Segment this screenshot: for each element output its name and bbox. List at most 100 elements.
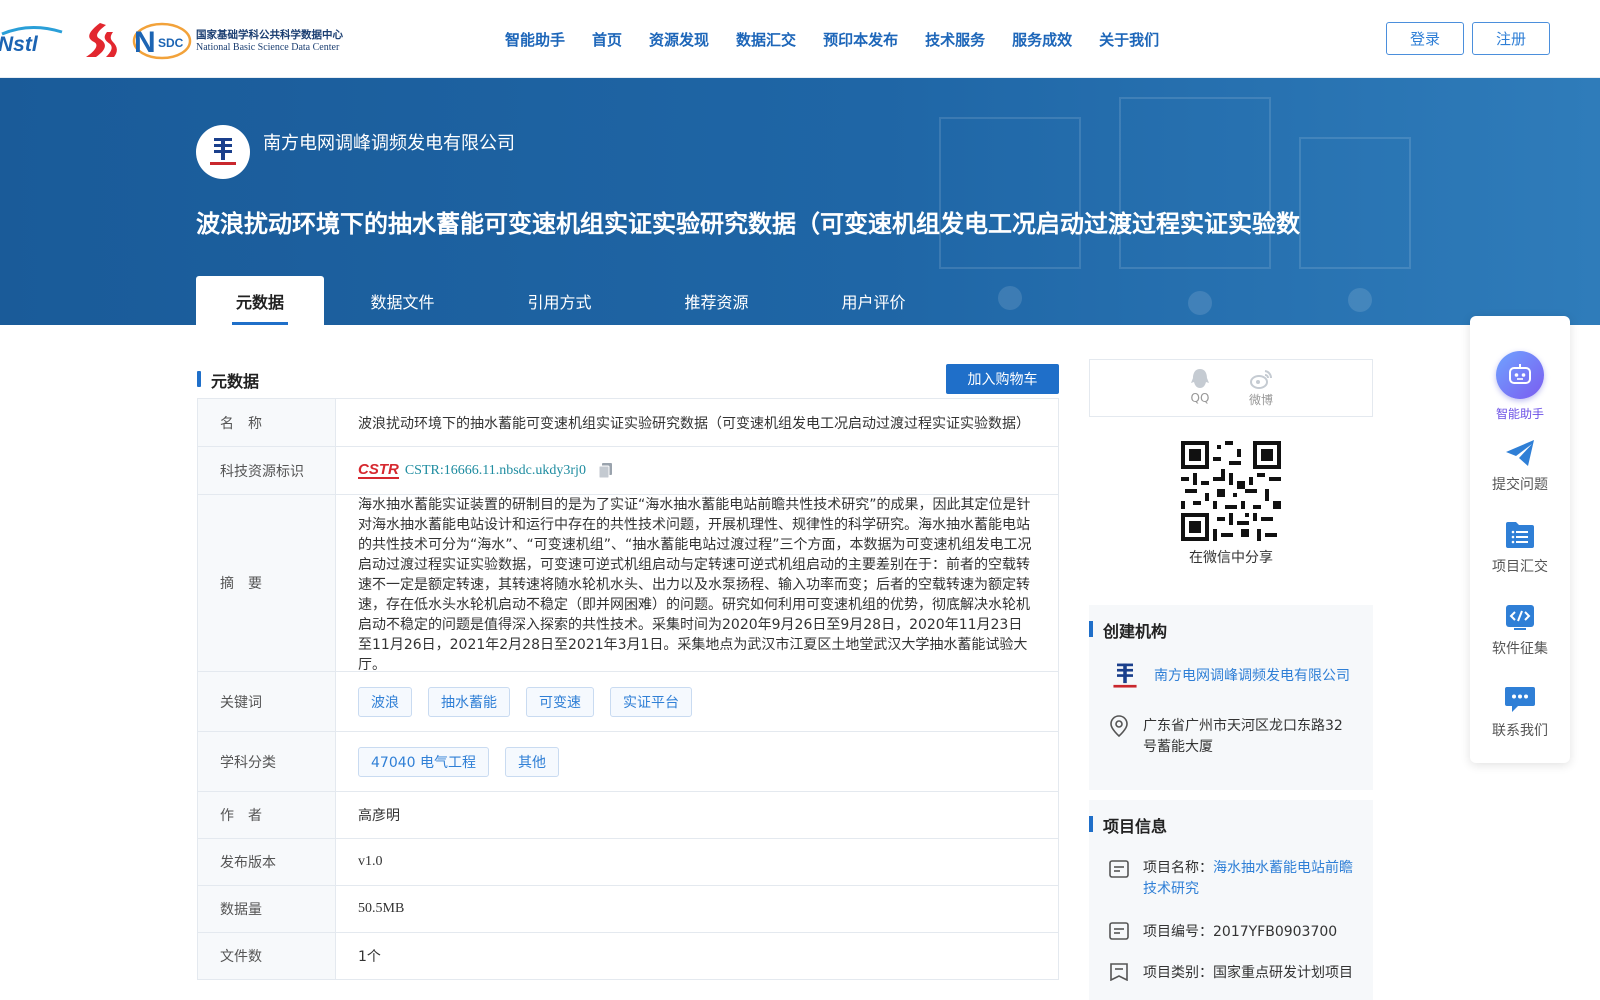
nav-ai-assistant[interactable]: 智能助手: [505, 29, 565, 50]
meta-label-cstr: 科技资源标识: [198, 447, 336, 494]
cstr-link[interactable]: CSTR:16666.11.nbsdc.ukdy3rj0: [405, 463, 586, 479]
project-name: 项目名称：海水抽水蓄能电站前瞻技术研究: [1143, 858, 1357, 900]
floating-toolbar: 智能助手 提交问题 项目汇交 软件征集 联系我们: [1470, 316, 1570, 763]
creator-card: 创建机构 南方电网调峰调频发电有限公司 广东省广州市天河区龙口东路32号蓄能大厦: [1089, 605, 1373, 790]
location-pin-icon: [1110, 715, 1128, 737]
project-type-icon: [1110, 963, 1128, 981]
nstl-logo[interactable]: Nstl: [0, 20, 66, 60]
meta-row-files: 文件数 1个: [198, 933, 1058, 980]
tab-user-reviews[interactable]: 用户评价: [795, 276, 952, 325]
meta-value-name: 波浪扰动环境下的抽水蓄能可变速机组实证实验研究数据（可变速机组发电工况启动过渡过…: [358, 415, 1030, 432]
project-name-label: 项目名称：: [1143, 860, 1213, 876]
meta-row-name: 名 称 波浪扰动环境下的抽水蓄能可变速机组实证实验研究数据（可变速机组发电工况启…: [198, 399, 1058, 447]
org-name[interactable]: 南方电网调峰调频发电有限公司: [263, 129, 515, 155]
meta-row-version: 发布版本 v1.0: [198, 839, 1058, 886]
share-qq[interactable]: QQ: [1189, 367, 1211, 416]
metadata-section-title: 元数据: [197, 368, 259, 392]
code-icon: [1506, 605, 1534, 630]
wechat-qr-code: [1181, 441, 1281, 541]
tab-data-files[interactable]: 数据文件: [324, 276, 481, 325]
dataset-banner: 南方电网调峰调频发电有限公司 波浪扰动环境下的抽水蓄能可变速机组实证实验研究数据…: [0, 78, 1600, 325]
meta-row-abstract: 摘 要 海水抽水蓄能实证装置的研制目的是为了实证“海水抽水蓄能电站前瞻共性技术研…: [198, 495, 1058, 673]
float-ai-assistant-label: 智能助手: [1495, 407, 1544, 421]
meta-label-name: 名 称: [198, 399, 336, 446]
subject-chip[interactable]: 47040 电气工程: [358, 746, 489, 777]
copy-icon[interactable]: [598, 462, 614, 480]
creator-org-link[interactable]: 南方电网调峰调频发电有限公司: [1154, 665, 1350, 685]
meta-row-keywords: 关键词 波浪 抽水蓄能 可变速 实证平台: [198, 672, 1058, 732]
nsdc-logo[interactable]: N SDC 国家基础学科公共科学数据中心 National Basic Scie…: [132, 20, 343, 60]
main-nav: 智能助手 首页 资源发现 数据汇交 预印本发布 技术服务 服务成效 关于我们: [505, 0, 1186, 78]
meta-label-subject: 学科分类: [198, 732, 336, 791]
nav-about[interactable]: 关于我们: [1099, 29, 1159, 50]
keyword-chip[interactable]: 抽水蓄能: [428, 686, 510, 717]
keyword-chip[interactable]: 可变速: [526, 686, 594, 717]
keyword-chip[interactable]: 实证平台: [610, 686, 692, 717]
weibo-label: 微博: [1248, 393, 1273, 407]
nsdc-logo-en: National Basic Science Data Center: [196, 42, 340, 53]
qr-caption: 在微信中分享: [1189, 550, 1273, 566]
project-card: 项目信息 项目名称：海水抽水蓄能电站前瞻技术研究 项目编号：2017YFB090…: [1089, 800, 1373, 1000]
share-box: QQ 微博: [1089, 359, 1373, 417]
project-code: 项目编号：2017YFB0903700: [1143, 924, 1338, 940]
meta-row-size: 数据量 50.5MB: [198, 886, 1058, 933]
qq-label: QQ: [1190, 391, 1210, 405]
float-contact-us[interactable]: 联系我们: [1470, 684, 1570, 740]
nav-resource-discovery[interactable]: 资源发现: [649, 29, 709, 50]
login-button[interactable]: 登录: [1386, 22, 1464, 55]
meta-value-author: 高彦明: [358, 808, 400, 824]
project-type: 项目类别：国家重点研发计划项目: [1143, 965, 1353, 981]
meta-value-size: 50.5MB: [358, 901, 405, 916]
project-name-icon: [1109, 860, 1129, 878]
float-contact-us-label: 联系我们: [1492, 723, 1548, 739]
qq-icon: [1190, 369, 1209, 388]
dataset-title: 波浪扰动环境下的抽水蓄能可变速机组实证实验研究数据（可变速机组发电工况启动过渡过…: [196, 210, 1300, 238]
banner-decoration: [939, 97, 1411, 315]
float-software-collection[interactable]: 软件征集: [1470, 602, 1570, 658]
meta-row-subject: 学科分类 47040 电气工程 其他: [198, 732, 1058, 792]
robot-icon: [1496, 351, 1544, 399]
nav-preprint[interactable]: 预印本发布: [823, 29, 898, 50]
creator-org-logo: [1113, 663, 1137, 688]
register-button[interactable]: 注册: [1472, 22, 1550, 55]
tab-metadata[interactable]: 元数据: [196, 276, 324, 325]
nav-home[interactable]: 首页: [592, 29, 622, 50]
float-project-submission-label: 项目汇交: [1492, 559, 1548, 575]
project-code-icon: [1109, 922, 1129, 940]
cstr-logo-icon: CSTR: [358, 461, 399, 479]
add-to-cart-button[interactable]: 加入购物车: [946, 364, 1059, 394]
logo-group: Nstl N SDC 国家基础学科公共科学数据中心 National Basic…: [0, 18, 343, 62]
tab-recommended[interactable]: 推荐资源: [638, 276, 795, 325]
float-software-collection-label: 软件征集: [1492, 641, 1548, 657]
red-s-logo[interactable]: [80, 20, 118, 60]
creator-address: 广东省广州市天河区龙口东路32号蓄能大厦: [1143, 718, 1343, 755]
detail-tabs: 元数据 数据文件 引用方式 推荐资源 用户评价: [196, 276, 952, 325]
keyword-chip[interactable]: 波浪: [358, 686, 412, 717]
nsdc-logo-cn: 国家基础学科公共科学数据中心: [196, 29, 343, 41]
subject-chip[interactable]: 其他: [505, 746, 559, 777]
float-submit-question-label: 提交问题: [1492, 477, 1548, 493]
meta-label-abstract: 摘 要: [198, 495, 336, 671]
float-ai-assistant[interactable]: 智能助手: [1470, 351, 1570, 422]
nav-data-submission[interactable]: 数据汇交: [736, 29, 796, 50]
float-project-submission[interactable]: 项目汇交: [1470, 520, 1570, 576]
chat-bubble-icon: [1505, 687, 1535, 712]
meta-row-author: 作 者 高彦明: [198, 792, 1058, 839]
creator-title: 创建机构: [1089, 618, 1167, 642]
metadata-table: 名 称 波浪扰动环境下的抽水蓄能可变速机组实证实验研究数据（可变速机组发电工况启…: [197, 398, 1059, 980]
svg-text:SDC: SDC: [158, 36, 184, 50]
float-submit-question[interactable]: 提交问题: [1470, 438, 1570, 494]
nav-tech-service[interactable]: 技术服务: [925, 29, 985, 50]
meta-row-cstr: 科技资源标识 CSTR CSTR:16666.11.nbsdc.ukdy3rj0: [198, 447, 1058, 495]
meta-value-abstract: 海水抽水蓄能实证装置的研制目的是为了实证“海水抽水蓄能电站前瞻共性技术研究”的成…: [358, 497, 1032, 673]
meta-label-version: 发布版本: [198, 839, 336, 885]
meta-value-version: v1.0: [358, 854, 383, 869]
project-title: 项目信息: [1089, 813, 1167, 837]
nav-service-results[interactable]: 服务成效: [1012, 29, 1072, 50]
list-folder-icon: [1506, 522, 1534, 548]
share-weibo[interactable]: 微博: [1249, 367, 1273, 416]
paper-plane-icon: [1506, 440, 1534, 466]
tab-citation[interactable]: 引用方式: [481, 276, 638, 325]
org-logo: [196, 125, 250, 179]
meta-label-author: 作 者: [198, 792, 336, 838]
